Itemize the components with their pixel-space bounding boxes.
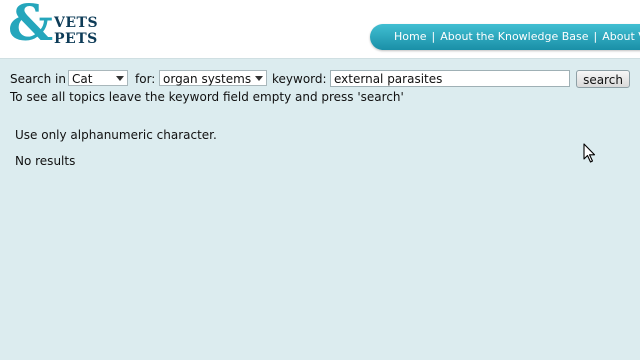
nav-home-link[interactable]: Home bbox=[394, 30, 426, 43]
chevron-down-icon bbox=[255, 76, 263, 81]
species-select[interactable]: Cat bbox=[68, 70, 128, 86]
search-in-label: Search in bbox=[10, 72, 66, 86]
nav-about-knowledge-base-link[interactable]: About the Knowledge Base bbox=[440, 30, 588, 43]
chevron-down-icon bbox=[116, 76, 124, 81]
nav-about-link[interactable]: About V bbox=[602, 30, 640, 43]
site-header: & VETS PETS Home | About the Knowledge Bas… bbox=[0, 0, 640, 59]
nav-separator: | bbox=[593, 30, 598, 43]
results-status: No results bbox=[15, 154, 76, 168]
search-hint: To see all topics leave the keyword fiel… bbox=[10, 90, 404, 104]
validation-message: Use only alphanumeric character. bbox=[15, 128, 217, 142]
logo-text-pets: PETS bbox=[54, 31, 98, 47]
mouse-pointer-icon bbox=[583, 143, 596, 163]
keyword-label: keyword: bbox=[272, 72, 327, 86]
logo-text-vets: VETS bbox=[54, 15, 99, 31]
keyword-input[interactable] bbox=[330, 70, 570, 87]
species-select-value: Cat bbox=[72, 72, 93, 86]
search-button[interactable]: search bbox=[576, 70, 630, 88]
top-navigation: Home | About the Knowledge Base | About V bbox=[370, 24, 640, 50]
for-label: for: bbox=[135, 72, 156, 86]
vets-and-pets-logo[interactable]: & VETS PETS bbox=[8, 0, 108, 52]
category-select[interactable]: organ systems bbox=[159, 70, 267, 86]
nav-separator: | bbox=[431, 30, 436, 43]
category-select-value: organ systems bbox=[163, 72, 252, 86]
logo-ampersand: & bbox=[8, 0, 54, 52]
